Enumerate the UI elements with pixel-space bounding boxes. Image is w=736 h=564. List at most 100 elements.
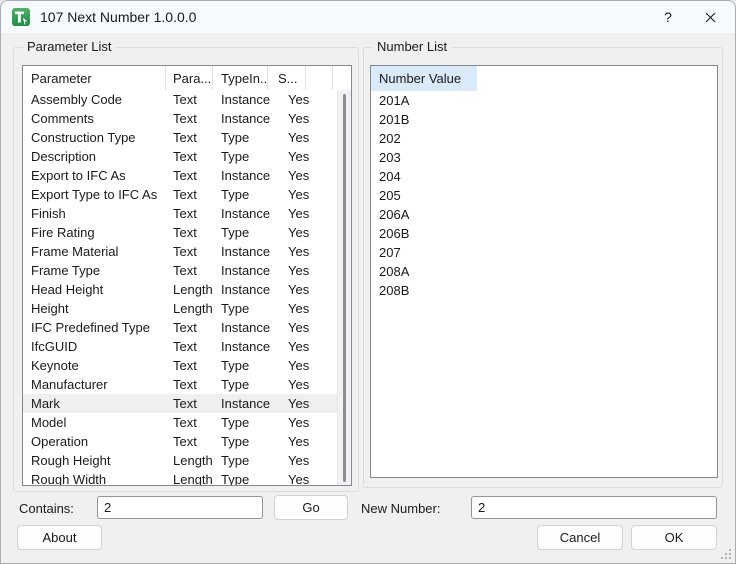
table-cell: Text	[173, 434, 197, 449]
list-item[interactable]: 206B	[371, 224, 717, 243]
new-number-label: New Number:	[361, 500, 441, 516]
table-row[interactable]: Rough Height Length Type Yes	[23, 451, 337, 470]
table-row[interactable]: Description Text Type Yes	[23, 147, 337, 166]
table-cell: Yes	[288, 111, 310, 126]
scrollbar-thumb[interactable]	[343, 94, 346, 482]
column-header-param-type[interactable]: Para...	[166, 66, 213, 90]
table-cell: IFC Predefined Type	[31, 320, 150, 335]
table-cell: Text	[173, 415, 197, 430]
column-header-number-value[interactable]: Number Value	[371, 66, 477, 91]
table-cell: Text	[173, 168, 197, 183]
table-cell: Instance	[221, 339, 271, 354]
table-cell: Export to IFC As	[31, 168, 126, 183]
list-item[interactable]: 203	[371, 148, 717, 167]
table-cell: Text	[173, 149, 197, 164]
table-row[interactable]: Frame Material Text Instance Yes	[23, 242, 337, 261]
table-cell: Yes	[288, 168, 310, 183]
table-cell: Text	[173, 130, 197, 145]
table-cell: Instance	[221, 168, 271, 183]
table-cell: Operation	[31, 434, 89, 449]
parameter-table-body: Assembly Code Text Instance Yes Comments Text…	[23, 90, 337, 485]
table-row[interactable]: Model Text Type Yes	[23, 413, 337, 432]
table-cell: Text	[173, 263, 197, 278]
table-row[interactable]: Finish Text Instance Yes	[23, 204, 337, 223]
new-number-input[interactable]	[471, 496, 717, 519]
parameter-table-scrollbar[interactable]	[337, 90, 351, 485]
table-cell: Keynote	[31, 358, 79, 373]
number-list-group: Number List Number Value 201A 201B 202 203 2…	[363, 39, 723, 488]
help-button[interactable]: ?	[647, 1, 689, 33]
table-cell: Type	[221, 225, 250, 240]
about-button[interactable]: About	[17, 525, 102, 550]
table-row[interactable]: Head Height Length Instance Yes	[23, 280, 337, 299]
list-item[interactable]: 204	[371, 167, 717, 186]
table-row[interactable]: Export to IFC As Text Instance Yes	[23, 166, 337, 185]
table-cell: Type	[221, 377, 250, 392]
table-cell: Yes	[288, 301, 310, 316]
column-header-type-instance[interactable]: TypeIn...	[213, 66, 268, 90]
list-item[interactable]: 202	[371, 129, 717, 148]
table-row[interactable]: Manufacturer Text Type Yes	[23, 375, 337, 394]
table-cell: Mark	[31, 396, 60, 411]
cancel-button[interactable]: Cancel	[537, 525, 623, 550]
table-cell: Yes	[288, 377, 310, 392]
table-row[interactable]: Operation Text Type Yes	[23, 432, 337, 451]
resize-grip-dots	[721, 557, 723, 559]
list-item[interactable]: 201A	[371, 91, 717, 110]
table-cell: Text	[173, 358, 197, 373]
table-cell: Comments	[31, 111, 94, 126]
close-button[interactable]	[689, 1, 731, 33]
close-icon	[705, 12, 716, 23]
number-list-header: Number Value	[371, 66, 717, 91]
number-list[interactable]: Number Value 201A 201B 202 203 204 205 206A 206…	[370, 65, 718, 478]
table-row[interactable]: Fire Rating Text Type Yes	[23, 223, 337, 242]
table-row[interactable]: Export Type to IFC As Text Type Yes	[23, 185, 337, 204]
table-row[interactable]: Frame Type Text Instance Yes	[23, 261, 337, 280]
table-cell: Yes	[288, 282, 310, 297]
table-cell: Export Type to IFC As	[31, 187, 158, 202]
table-cell: Assembly Code	[31, 92, 123, 107]
table-cell: Length	[173, 301, 213, 316]
list-item[interactable]: 205	[371, 186, 717, 205]
table-cell: Text	[173, 92, 197, 107]
resize-grip[interactable]	[721, 549, 731, 559]
ok-button[interactable]: OK	[631, 525, 717, 550]
table-row[interactable]: Mark Text Instance Yes	[23, 394, 337, 413]
table-cell: Height	[31, 301, 69, 316]
contains-input[interactable]	[97, 496, 263, 519]
table-cell: Text	[173, 206, 197, 221]
table-row[interactable]: Construction Type Text Type Yes	[23, 128, 337, 147]
table-cell: Type	[221, 453, 250, 468]
table-cell: Frame Material	[31, 244, 119, 259]
table-cell: Type	[221, 472, 250, 485]
go-button[interactable]: Go	[274, 495, 348, 520]
dialog-window: 107 Next Number 1.0.0.0 ? Parameter List…	[0, 0, 736, 564]
table-row[interactable]: IFC Predefined Type Text Instance Yes	[23, 318, 337, 337]
column-header-parameter[interactable]: Parameter	[23, 66, 166, 90]
table-cell: Instance	[221, 282, 271, 297]
table-row[interactable]: Height Length Type Yes	[23, 299, 337, 318]
table-cell: Yes	[288, 244, 310, 259]
table-cell: Manufacturer	[31, 377, 108, 392]
list-item[interactable]: 207	[371, 243, 717, 262]
table-row[interactable]: Rough Width Length Type Yes	[23, 470, 337, 485]
table-cell: Yes	[288, 453, 310, 468]
list-item[interactable]: 206A	[371, 205, 717, 224]
table-row[interactable]: Keynote Text Type Yes	[23, 356, 337, 375]
table-cell: Text	[173, 339, 197, 354]
table-cell: Type	[221, 187, 250, 202]
table-cell: Text	[173, 377, 197, 392]
parameter-table-header: Parameter Para... TypeIn... S...	[23, 66, 351, 90]
table-row[interactable]: Comments Text Instance Yes	[23, 109, 337, 128]
table-row[interactable]: Assembly Code Text Instance Yes	[23, 90, 337, 109]
table-cell: Yes	[288, 187, 310, 202]
table-cell: Type	[221, 415, 250, 430]
table-cell: Description	[31, 149, 97, 164]
list-item[interactable]: 208A	[371, 262, 717, 281]
table-row[interactable]: IfcGUID Text Instance Yes	[23, 337, 337, 356]
parameter-table[interactable]: Parameter Para... TypeIn... S... Assembl…	[22, 65, 352, 486]
list-item[interactable]: 208B	[371, 281, 717, 300]
column-header-shared[interactable]: S...	[268, 66, 306, 90]
table-cell: Length	[173, 282, 213, 297]
list-item[interactable]: 201B	[371, 110, 717, 129]
